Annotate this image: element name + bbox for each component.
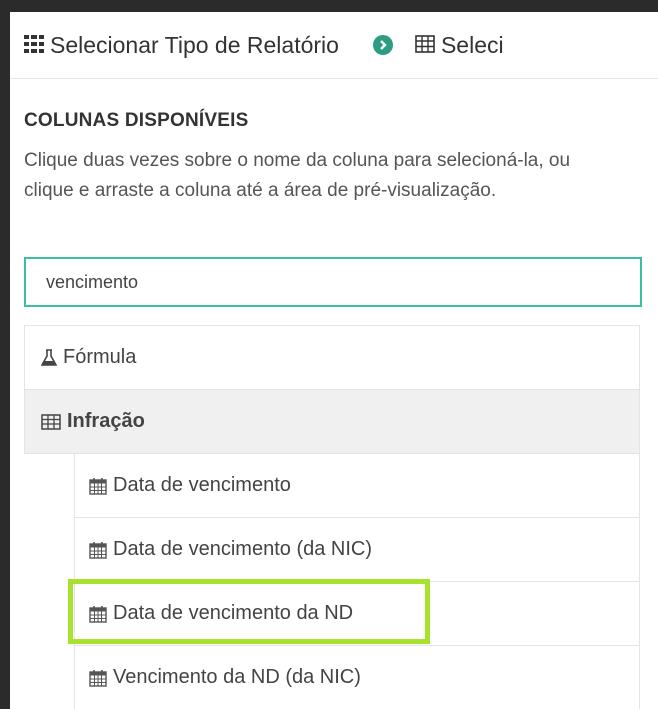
tree-item-label: Vencimento da ND (da NIC) [113, 666, 361, 688]
table-icon [415, 32, 435, 59]
tree-group-label: Infração [67, 410, 145, 432]
tree-group-infracao[interactable]: Infração [24, 390, 640, 454]
table-icon [41, 413, 61, 430]
report-builder-panel: Selecionar Tipo de Relatório Seleci COLU… [10, 12, 658, 709]
tree-item-data-vencimento-nd[interactable]: Data de vencimento da ND [74, 582, 640, 646]
tree-item-label: Data de vencimento [113, 474, 291, 496]
tree-item-vencimento-nd-nic[interactable]: Vencimento da ND (da NIC) [74, 646, 640, 709]
tree-item-label: Data de vencimento da ND [113, 602, 354, 624]
tree-item-formula[interactable]: Fórmula [24, 326, 640, 390]
flask-icon [41, 348, 57, 367]
calendar-icon [89, 605, 107, 623]
wizard-step-columns[interactable]: Seleci [415, 32, 504, 59]
column-tree: Fórmula Infração Data de vencimento Data… [24, 325, 640, 709]
tree-item-label: Data de vencimento (da NIC) [113, 538, 373, 560]
wizard-step-report-type[interactable]: Selecionar Tipo de Relatório [24, 32, 339, 59]
wizard-step-label: Selecionar Tipo de Relatório [50, 31, 339, 58]
calendar-icon [89, 541, 107, 559]
tree-item-data-vencimento[interactable]: Data de vencimento [74, 454, 640, 518]
calendar-icon [89, 477, 107, 495]
tree-item-label: Fórmula [63, 346, 137, 368]
wizard-header: Selecionar Tipo de Relatório Seleci [10, 12, 658, 79]
help-text: Clique duas vezes sobre o nome da coluna… [24, 150, 571, 201]
calendar-icon [89, 669, 107, 687]
column-search-input[interactable] [24, 257, 642, 307]
tree-item-data-vencimento-nic[interactable]: Data de vencimento (da NIC) [74, 518, 640, 582]
chevron-right-icon [372, 35, 393, 55]
wizard-step-label: Seleci [440, 31, 504, 58]
section-title: COLUNAS DISPONÍVEIS [24, 110, 249, 131]
grid-icon [24, 32, 44, 59]
